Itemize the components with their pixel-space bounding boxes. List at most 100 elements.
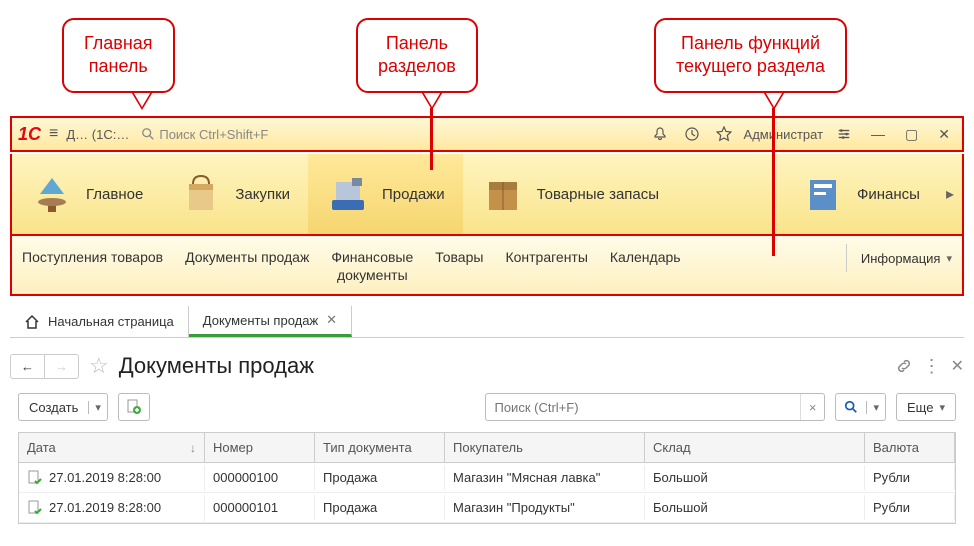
col-date[interactable]: Дата↓ bbox=[19, 433, 205, 462]
search-placeholder: Поиск Ctrl+Shift+F bbox=[159, 127, 268, 142]
document-posted-icon bbox=[27, 500, 43, 516]
chevron-down-icon[interactable]: ▾ bbox=[866, 401, 885, 414]
section-label: Финансы bbox=[857, 186, 920, 203]
link-icon[interactable] bbox=[895, 357, 913, 375]
sections-panel: Главное Закупки Продажи Товарные запасы … bbox=[10, 154, 964, 236]
tab-home[interactable]: Начальная страница bbox=[10, 306, 189, 337]
nav-forward-button[interactable]: → bbox=[44, 355, 78, 378]
document-posted-icon bbox=[27, 470, 43, 486]
magnifier-icon bbox=[836, 400, 866, 414]
col-number[interactable]: Номер bbox=[205, 433, 315, 462]
sections-next-arrow[interactable]: ▸ bbox=[938, 184, 962, 204]
section-finance[interactable]: Финансы bbox=[783, 154, 938, 234]
maximize-button[interactable]: ▢ bbox=[899, 126, 924, 143]
favorite-star-icon[interactable]: ☆ bbox=[89, 353, 109, 379]
func-goods[interactable]: Товары bbox=[435, 248, 483, 266]
callout-functions-panel: Панель функций текущего раздела bbox=[654, 18, 847, 93]
create-button-label: Создать bbox=[19, 400, 88, 415]
more-button[interactable]: Еще ▾ bbox=[896, 393, 956, 421]
global-search[interactable]: Поиск Ctrl+Shift+F bbox=[141, 127, 268, 142]
cell-buyer: Магазин "Мясная лавка" bbox=[445, 465, 645, 490]
chevron-down-icon: ▾ bbox=[946, 252, 952, 265]
cell-number: 000000100 bbox=[205, 465, 315, 490]
table-row[interactable]: 27.01.2019 8:28:00 000000101 Продажа Маг… bbox=[19, 493, 955, 523]
functions-panel: Поступления товаров Документы продаж Фин… bbox=[10, 236, 964, 296]
app-title: Д… (1С:… bbox=[66, 127, 129, 142]
document-plus-icon bbox=[125, 398, 143, 416]
section-inventory[interactable]: Товарные запасы bbox=[463, 154, 677, 234]
section-purchases[interactable]: Закупки bbox=[161, 154, 308, 234]
history-icon[interactable] bbox=[680, 126, 704, 142]
cell-currency: Рубли bbox=[865, 465, 955, 490]
func-goods-receipts[interactable]: Поступления товаров bbox=[22, 248, 163, 266]
tab-label: Документы продаж bbox=[203, 313, 318, 328]
copy-create-button[interactable] bbox=[118, 393, 150, 421]
box-icon bbox=[481, 172, 525, 216]
star-icon[interactable] bbox=[712, 126, 736, 142]
cell-date: 27.01.2019 8:28:00 bbox=[49, 470, 161, 485]
minimize-button[interactable]: — bbox=[865, 126, 891, 142]
content-header: ← → ☆ Документы продаж ⋮ ✕ bbox=[10, 346, 964, 386]
more-button-label: Еще bbox=[907, 400, 933, 415]
section-label: Закупки bbox=[235, 186, 290, 203]
cell-number: 000000101 bbox=[205, 495, 315, 520]
bag-icon bbox=[179, 172, 223, 216]
section-label: Главное bbox=[86, 186, 143, 203]
main-toolbar: 1С ≡ Д… (1С:… Поиск Ctrl+Shift+F Админис… bbox=[10, 116, 964, 152]
chevron-down-icon: ▾ bbox=[939, 401, 945, 414]
cell-date: 27.01.2019 8:28:00 bbox=[49, 500, 161, 515]
finance-icon bbox=[801, 172, 845, 216]
more-dots-icon[interactable]: ⋮ bbox=[923, 356, 941, 377]
tab-close-icon[interactable]: ✕ bbox=[326, 312, 337, 328]
cell-type: Продажа bbox=[315, 465, 445, 490]
cash-register-icon bbox=[326, 172, 370, 216]
logo-1c: 1С bbox=[18, 124, 41, 145]
nav-back-button[interactable]: ← bbox=[11, 355, 44, 378]
cell-type: Продажа bbox=[315, 495, 445, 520]
cell-warehouse: Большой bbox=[645, 465, 865, 490]
settings-icon[interactable] bbox=[831, 127, 857, 141]
table-row[interactable]: 27.01.2019 8:28:00 000000100 Продажа Маг… bbox=[19, 463, 955, 493]
cell-currency: Рубли bbox=[865, 495, 955, 520]
func-dropdown-label: Информация bbox=[861, 251, 941, 266]
section-main[interactable]: Главное bbox=[12, 154, 161, 234]
tab-sales-docs[interactable]: Документы продаж ✕ bbox=[189, 306, 352, 337]
chevron-down-icon[interactable]: ▾ bbox=[88, 401, 107, 414]
func-calendar[interactable]: Календарь bbox=[610, 248, 681, 266]
content-close-icon[interactable]: ✕ bbox=[951, 356, 964, 376]
func-information-dropdown[interactable]: Информация ▾ bbox=[846, 244, 952, 272]
sort-indicator-icon: ↓ bbox=[190, 441, 196, 455]
search-icon bbox=[141, 127, 155, 141]
section-label: Продажи bbox=[382, 186, 445, 203]
col-buyer[interactable]: Покупатель bbox=[445, 433, 645, 462]
lamp-icon bbox=[30, 172, 74, 216]
col-currency[interactable]: Валюта bbox=[865, 433, 955, 462]
documents-table: Дата↓ Номер Тип документа Покупатель Скл… bbox=[18, 432, 956, 524]
section-label: Товарные запасы bbox=[537, 186, 659, 203]
search-clear-icon[interactable]: × bbox=[800, 394, 825, 420]
page-title: Документы продаж bbox=[119, 353, 314, 379]
list-search-input[interactable] bbox=[486, 400, 799, 415]
callout-main-panel: Главная панель bbox=[62, 18, 175, 93]
func-sales-docs[interactable]: Документы продаж bbox=[185, 248, 309, 266]
nav-buttons: ← → bbox=[10, 354, 79, 379]
close-button[interactable]: ✕ bbox=[932, 126, 956, 143]
table-header: Дата↓ Номер Тип документа Покупатель Скл… bbox=[19, 433, 955, 463]
section-sales[interactable]: Продажи bbox=[308, 154, 463, 234]
tabs-row: Начальная страница Документы продаж ✕ bbox=[10, 306, 964, 338]
col-doc-type[interactable]: Тип документа bbox=[315, 433, 445, 462]
func-financial-docs[interactable]: Финансовые документы bbox=[331, 248, 413, 284]
home-icon bbox=[24, 314, 40, 330]
search-button[interactable]: ▾ bbox=[835, 393, 886, 421]
bell-icon[interactable] bbox=[648, 126, 672, 142]
user-label[interactable]: Администрат bbox=[744, 127, 823, 142]
hamburger-icon[interactable]: ≡ bbox=[49, 125, 58, 143]
action-row: Создать ▾ × ▾ Еще ▾ bbox=[18, 390, 956, 424]
tab-home-label: Начальная страница bbox=[48, 314, 174, 329]
func-counterparties[interactable]: Контрагенты bbox=[505, 248, 587, 266]
col-warehouse[interactable]: Склад bbox=[645, 433, 865, 462]
list-search-field[interactable]: × bbox=[485, 393, 825, 421]
cell-warehouse: Большой bbox=[645, 495, 865, 520]
cell-buyer: Магазин "Продукты" bbox=[445, 495, 645, 520]
create-button[interactable]: Создать ▾ bbox=[18, 393, 108, 421]
